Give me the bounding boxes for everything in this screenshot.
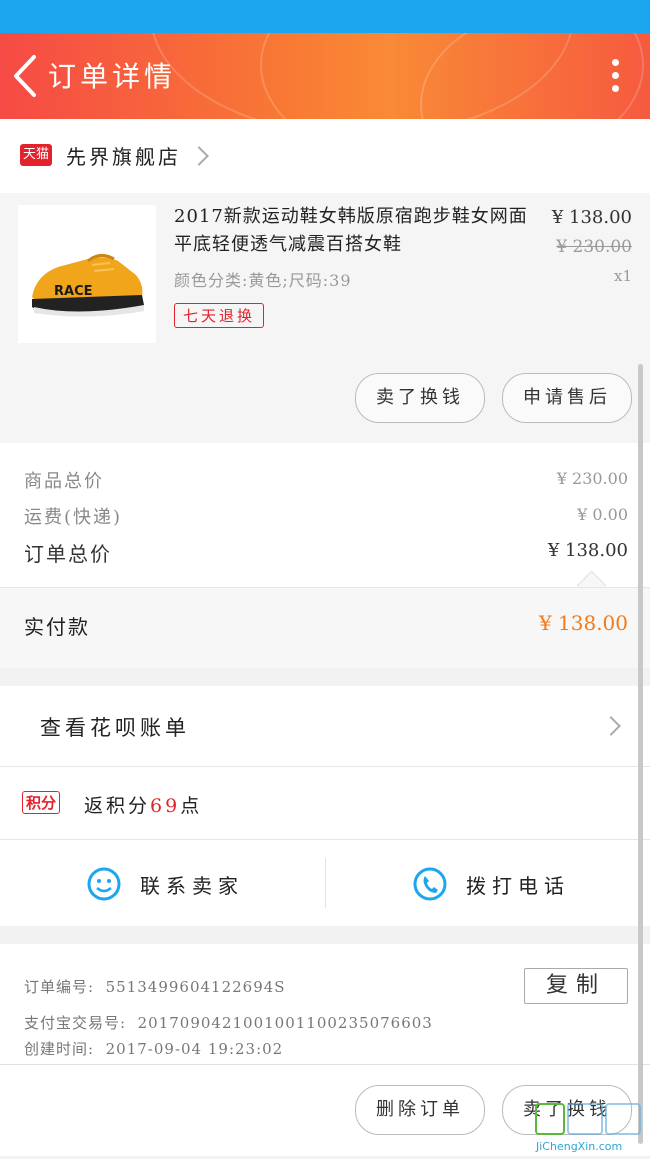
order-number-label: 订单编号: bbox=[24, 978, 95, 996]
sell-swap-button[interactable]: 卖了换钱 bbox=[355, 373, 485, 423]
copy-button[interactable]: 复制 bbox=[524, 968, 628, 1004]
product-thumbnail[interactable]: RACE bbox=[18, 205, 156, 343]
product-item[interactable]: RACE 2017新款运动鞋女韩版原宿跑步鞋女网面平底轻便透气减震百搭女鞋 颜色… bbox=[0, 193, 650, 443]
order-number-row: 订单编号: 5513499604122694S bbox=[24, 976, 286, 997]
points-row: 积分 返积分69点 bbox=[0, 767, 650, 839]
shoe-print-text: RACE bbox=[54, 284, 93, 299]
shop-name[interactable]: 先界旗舰店 bbox=[66, 141, 181, 170]
order-number-value: 5513499604122694S bbox=[105, 978, 286, 996]
product-quantity: x1 bbox=[613, 267, 632, 285]
points-prefix: 返积分 bbox=[84, 795, 151, 817]
delete-order-button[interactable]: 删除订单 bbox=[355, 1085, 485, 1135]
chevron-right-icon bbox=[189, 146, 209, 166]
shipping-label: 运费(快递) bbox=[24, 507, 123, 528]
order-total-value: ¥ 138.00 bbox=[547, 540, 628, 561]
watermark-text: JiChengXin.com bbox=[535, 1140, 622, 1153]
call-phone-button[interactable]: 拨打电话 bbox=[326, 840, 650, 926]
alipay-number-row: 支付宝交易号: 2017090421001001100235076603 bbox=[24, 1012, 433, 1033]
after-sale-button[interactable]: 申请售后 bbox=[502, 373, 632, 423]
divider bbox=[0, 587, 650, 588]
product-original-price: ¥ 230.00 bbox=[556, 237, 632, 257]
points-badge: 积分 bbox=[22, 791, 61, 814]
watermark-logo: JiChengXin.com bbox=[535, 1103, 641, 1153]
paid-value: ¥ 138.00 bbox=[538, 611, 628, 635]
paid-label: 实付款 bbox=[24, 615, 90, 639]
seven-day-return-tag: 七天退换 bbox=[174, 303, 265, 328]
status-bar bbox=[0, 0, 650, 33]
huabei-bill-row[interactable]: 查看花呗账单 bbox=[0, 686, 650, 766]
contact-row: 联系卖家 拨打电话 bbox=[0, 840, 650, 926]
call-phone-label[interactable]: 拨打电话 bbox=[466, 870, 570, 899]
goods-total-value: ¥ 230.00 bbox=[556, 469, 628, 488]
alipay-label: 支付宝交易号: bbox=[24, 1014, 127, 1032]
shipping-value: ¥ 0.00 bbox=[577, 505, 628, 524]
contact-seller-button[interactable]: 联系卖家 bbox=[0, 840, 325, 926]
alipay-value: 2017090421001001100235076603 bbox=[137, 1014, 433, 1032]
points-suffix: 点 bbox=[180, 795, 203, 817]
scrollbar[interactable] bbox=[638, 364, 643, 1144]
product-price: ¥ 138.00 bbox=[551, 207, 632, 228]
order-info: 订单编号: 5513499604122694S 复制 支付宝交易号: 20170… bbox=[0, 944, 650, 1064]
created-value: 2017-09-04 19:23:02 bbox=[105, 1040, 284, 1058]
product-sku: 颜色分类:黄色;尺码:39 bbox=[174, 271, 352, 290]
points-amount: 69 bbox=[150, 795, 181, 817]
created-time-row: 创建时间: 2017-09-04 19:23:02 bbox=[24, 1038, 283, 1059]
created-label: 创建时间: bbox=[24, 1040, 95, 1058]
contact-seller-label[interactable]: 联系卖家 bbox=[140, 870, 244, 899]
points-text: 返积分69点 bbox=[84, 791, 202, 818]
chevron-right-icon bbox=[601, 716, 621, 736]
tmall-badge: 天猫 bbox=[20, 144, 52, 166]
order-total-label: 订单总价 bbox=[24, 542, 112, 566]
goods-total-label: 商品总价 bbox=[24, 471, 104, 492]
shop-row[interactable]: 天猫 先界旗舰店 bbox=[0, 119, 650, 193]
chat-face-icon bbox=[87, 867, 121, 901]
phone-icon bbox=[413, 867, 447, 901]
product-title[interactable]: 2017新款运动鞋女韩版原宿跑步鞋女网面平底轻便透气减震百搭女鞋 bbox=[174, 203, 534, 259]
price-summary: 商品总价 ¥ 230.00 运费(快递) ¥ 0.00 订单总价 ¥ 138.0… bbox=[0, 443, 650, 668]
huabei-label[interactable]: 查看花呗账单 bbox=[40, 712, 190, 742]
watermark: JiChengXin.com bbox=[530, 1100, 650, 1155]
more-menu-icon[interactable] bbox=[610, 59, 620, 95]
shoe-image: RACE bbox=[32, 254, 144, 317]
nav-bar: 订单详情 bbox=[0, 33, 650, 119]
page-title: 订单详情 bbox=[48, 60, 177, 93]
back-icon[interactable] bbox=[10, 53, 40, 99]
